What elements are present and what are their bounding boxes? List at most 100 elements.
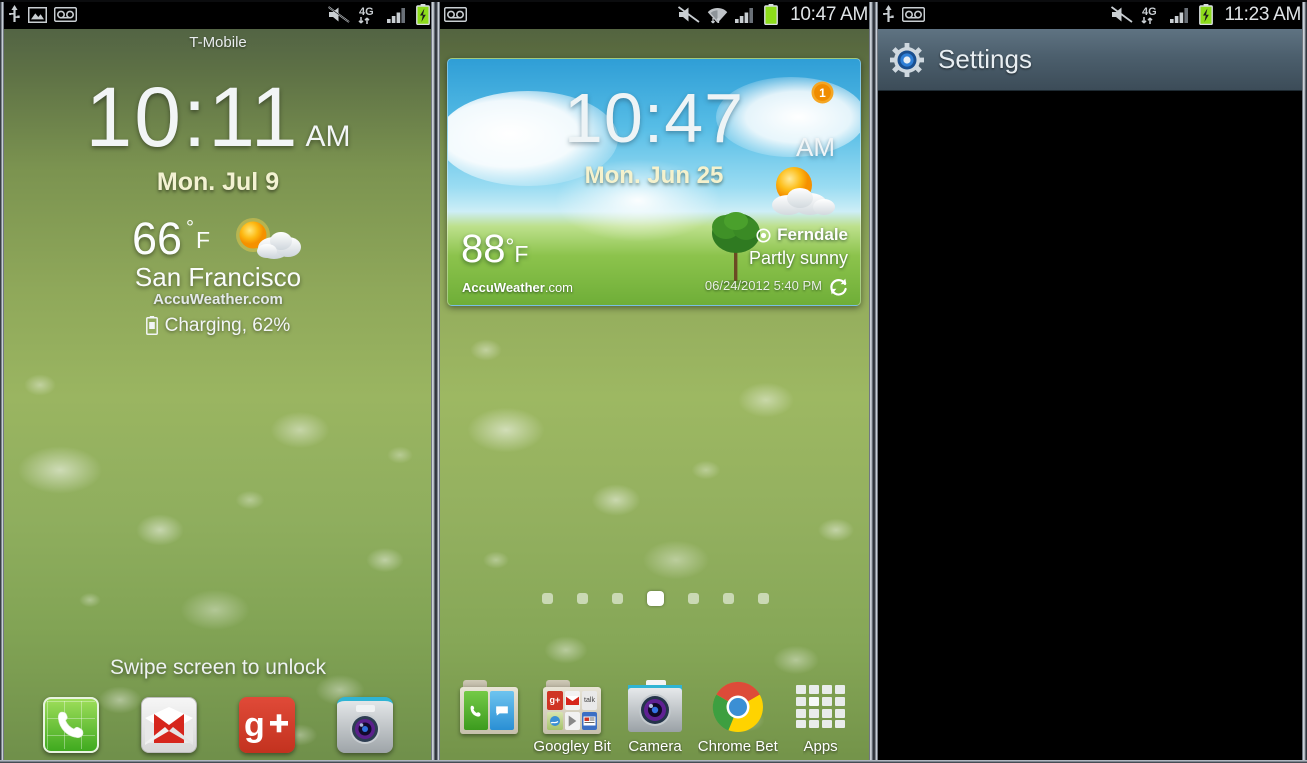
status-bar-2: 10:47 AM	[436, 0, 874, 29]
chrome-beta-app-icon[interactable]	[710, 680, 766, 734]
battery-icon	[764, 4, 779, 25]
signal-bars-icon	[735, 6, 757, 23]
mini-news-icon	[581, 711, 598, 730]
mini-talk-icon: talk	[581, 691, 598, 710]
svg-text:1: 1	[819, 86, 826, 100]
dock-item-chrome-beta[interactable]: Chrome Bet	[696, 680, 779, 755]
location-target-icon	[756, 227, 771, 243]
widget-temperature: 88	[461, 227, 506, 271]
widget-unit: F	[514, 241, 529, 267]
lockscreen-weather[interactable]: 66 ° F	[0, 214, 436, 262]
homescreen-dock: g+ talk Googley Bit Camera Chrome Bet Ap…	[436, 680, 874, 755]
wifi-icon	[707, 4, 728, 25]
page-indicator	[436, 591, 874, 606]
page-dot[interactable]	[687, 593, 699, 604]
battery-icon	[145, 316, 158, 335]
page-dot-active[interactable]	[646, 591, 664, 606]
panel1-bezel-top	[0, 0, 436, 2]
voicemail-icon	[444, 7, 467, 22]
settings-header: Settings	[874, 29, 1307, 91]
4g-data-icon: 4G	[357, 4, 380, 25]
battery-charging-icon	[1198, 4, 1213, 25]
weather-source: AccuWeather.com	[153, 291, 283, 308]
4g-data-icon: 4G	[1140, 4, 1163, 25]
triple-phone-screenshot: 4G T-Mobile 10:11 AM Mon. Jul 9 66 ° F S…	[0, 0, 1307, 763]
lockscreen-dock: g	[0, 697, 436, 753]
unlock-hint[interactable]: Swipe screen to unlock	[0, 656, 436, 680]
mini-messaging-icon	[490, 691, 515, 730]
page-dot[interactable]	[722, 593, 734, 604]
page-dot[interactable]	[541, 593, 553, 604]
temperature-unit: F	[196, 226, 211, 253]
dock-label: Camera	[628, 738, 682, 755]
dock-item-apps-drawer[interactable]: Apps	[779, 680, 862, 755]
voicemail-icon	[902, 7, 925, 22]
panel3-bezel-right	[1302, 0, 1307, 763]
dock-item-communication-folder[interactable]	[448, 680, 531, 755]
svg-text:4G: 4G	[1142, 6, 1157, 18]
status-bar-1: 4G	[0, 0, 436, 29]
mute-icon	[678, 6, 700, 23]
page-dot[interactable]	[611, 593, 623, 604]
settings-title: Settings	[938, 44, 1032, 74]
gmail-app-icon[interactable]	[141, 697, 197, 753]
svg-text:4G: 4G	[359, 6, 374, 18]
widget-degree: °	[505, 234, 515, 259]
lockscreen-time: 10:11	[85, 70, 300, 164]
degree-symbol: °	[186, 217, 194, 239]
panel2-bezel-top	[436, 0, 874, 2]
lockscreen-ampm: AM	[305, 120, 351, 153]
dock-label: Chrome Bet	[697, 738, 778, 755]
phone-lockscreen-panel: 4G T-Mobile 10:11 AM Mon. Jul 9 66 ° F S…	[0, 0, 436, 763]
status-bar-clock: 10:47 AM	[790, 3, 868, 25]
signal-bars-icon	[387, 6, 409, 23]
alarm-badge: 1	[809, 79, 836, 106]
page-dot[interactable]	[757, 593, 769, 604]
apps-drawer-icon[interactable]	[793, 680, 849, 734]
widget-temperature-block: 88°F	[461, 229, 528, 269]
screenshot-icon	[28, 6, 47, 23]
battery-status-text: Charging, 62%	[164, 315, 291, 336]
dock-label: Googley Bit	[533, 738, 611, 755]
widget-weather-icon	[758, 165, 844, 219]
camera-app-icon[interactable]	[626, 680, 684, 734]
lockscreen-date: Mon. Jul 9	[156, 168, 280, 196]
panel1-bezel-left	[0, 0, 4, 763]
dock-item-camera[interactable]: Camera	[614, 680, 697, 755]
google-plus-app-icon[interactable]: g	[239, 697, 295, 753]
mini-gmail-icon	[564, 691, 580, 710]
refresh-icon[interactable]	[828, 276, 849, 297]
dock-item-googley-bit-folder[interactable]: g+ talk Googley Bit	[531, 680, 614, 755]
folder-communication[interactable]	[460, 680, 519, 734]
widget-location: Ferndale	[756, 225, 848, 245]
settings-background	[874, 0, 1307, 763]
phone-app-icon[interactable]	[43, 697, 99, 753]
usb-icon	[8, 5, 21, 24]
lockscreen-city: San Francisco	[134, 262, 302, 292]
svg-text:g: g	[244, 707, 265, 743]
widget-updated-time: 06/24/2012 5:40 PM	[704, 278, 822, 293]
folder-googley-bit[interactable]: g+ talk	[543, 680, 602, 734]
panel2-bezel-left	[436, 0, 440, 763]
lockscreen-clock: 10:11 AM Mon. Jul 9 66 ° F San Francisco…	[0, 75, 436, 335]
widget-condition: Partly sunny	[748, 248, 848, 268]
status-bar-clock: 11:23 AM	[1224, 3, 1302, 25]
usb-icon	[882, 5, 895, 24]
phone-settings-panel: 4G 11:23 AM Settings	[874, 0, 1307, 763]
panel3-bezel-left	[874, 0, 878, 763]
panel3-bezel-top	[874, 0, 1307, 2]
page-dot[interactable]	[576, 593, 588, 604]
mini-google-plus-icon: g+	[547, 691, 563, 710]
voicemail-icon	[54, 7, 77, 22]
phone-homescreen-panel: 10:47 AM 10:47 AM 1 Mon. Jun 25 88°F Acc…	[436, 0, 874, 763]
weather-clock-widget[interactable]: 10:47 AM 1 Mon. Jun 25 88°F AccuWeather.…	[447, 58, 861, 306]
camera-app-icon[interactable]	[337, 697, 393, 753]
widget-city: Ferndale	[777, 225, 848, 244]
mute-icon	[1110, 6, 1133, 23]
battery-status-row: Charging, 62%	[0, 316, 436, 335]
sun-behind-cloud-icon	[226, 214, 304, 262]
widget-weather-source: AccuWeather.com	[462, 280, 573, 295]
mini-play-store-icon	[564, 711, 580, 730]
dock-label: Apps	[803, 738, 838, 755]
widget-time: 10:47	[563, 79, 745, 157]
